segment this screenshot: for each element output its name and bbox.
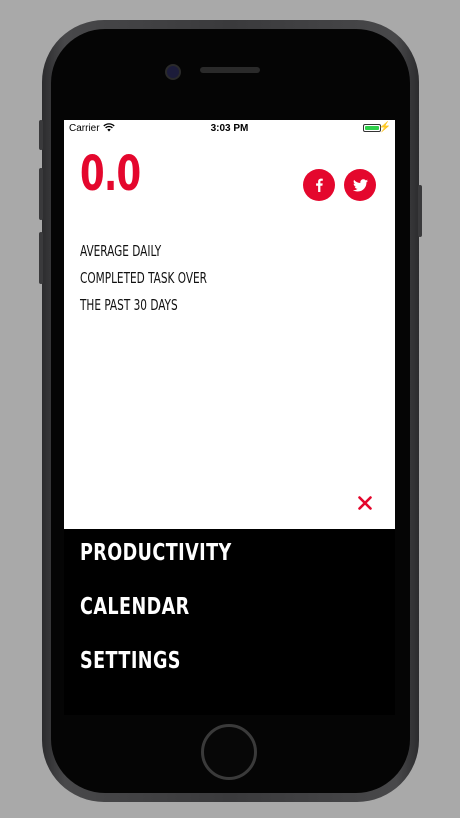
home-button[interactable] (201, 724, 257, 780)
close-icon (354, 496, 376, 518)
stat-description-line: AVERAGE DAILY (80, 242, 162, 260)
status-time: 3:03 PM (210, 123, 249, 134)
earpiece-speaker (200, 67, 260, 73)
charging-bolt-icon: ⚡ (378, 122, 391, 133)
mute-switch (39, 120, 43, 150)
stat-description-line: THE PAST 30 DAYS (80, 296, 178, 314)
twitter-icon (352, 178, 368, 192)
stat-description: AVERAGE DAILY COMPLETED TASK OVER THE PA… (80, 238, 207, 319)
power-button (418, 185, 422, 237)
facebook-icon (314, 178, 324, 192)
menu-item-calendar[interactable]: CALENDAR (80, 594, 232, 648)
app-screen: Carrier 3:03 PM ⚡ 0.0 AVERAGE DAILY COMP… (64, 120, 395, 715)
stat-value: 0.0 (80, 146, 141, 202)
facebook-share-button[interactable] (303, 169, 335, 201)
main-menu: PRODUCTIVITY CALENDAR SETTINGS (80, 540, 258, 702)
stat-card: Carrier 3:03 PM ⚡ 0.0 AVERAGE DAILY COMP… (64, 120, 395, 529)
volume-up-button (39, 168, 43, 220)
status-bar: Carrier 3:03 PM ⚡ (64, 120, 395, 138)
front-camera (165, 64, 181, 80)
close-button[interactable] (354, 492, 376, 514)
twitter-share-button[interactable] (344, 169, 376, 201)
stat-description-line: COMPLETED TASK OVER (80, 269, 207, 287)
volume-down-button (39, 232, 43, 284)
menu-item-productivity[interactable]: PRODUCTIVITY (80, 540, 232, 594)
menu-item-settings[interactable]: SETTINGS (80, 648, 232, 702)
